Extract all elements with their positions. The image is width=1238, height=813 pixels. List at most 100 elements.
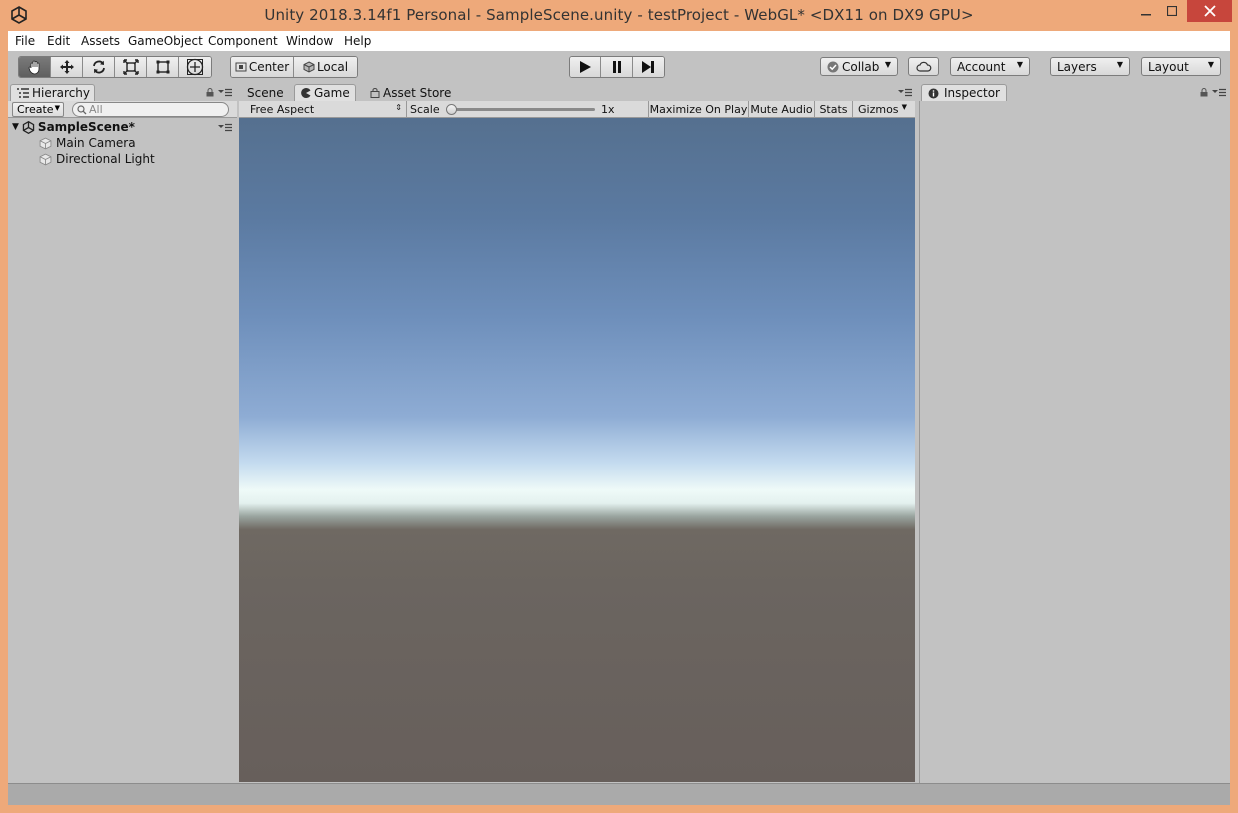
collab-dropdown[interactable]: Collab ▼ [820,57,898,76]
transform-tools [18,56,212,78]
maximize-button[interactable] [1159,0,1185,22]
minimize-button[interactable] [1133,0,1159,22]
rotate-tool-button[interactable] [83,57,115,77]
account-label: Account [957,59,1006,74]
collab-label: Collab [842,59,880,74]
hierarchy-item-main-camera[interactable]: Main Camera [39,135,136,151]
gizmos-dropdown[interactable]: Gizmos ▼ [852,101,910,117]
tab-asset-store[interactable]: Asset Store [364,84,464,101]
rect-transform-icon [156,60,169,74]
cloud-icon [916,61,932,72]
play-button[interactable] [570,57,602,77]
stats-toggle[interactable]: Stats [814,101,852,117]
updown-arrows-icon: ⇕ [395,103,402,112]
editor-client-area: File Edit Assets GameObject Component Wi… [8,31,1230,805]
chevron-down-icon: ▼ [54,104,60,112]
hand-tool-button[interactable] [19,57,51,77]
pivot-local-label: Local [316,60,349,74]
menu-bar: File Edit Assets GameObject Component Wi… [8,31,1230,51]
create-dropdown[interactable]: Create ▼ [12,102,64,117]
hierarchy-list-icon [17,88,29,98]
scale-slider-handle[interactable] [446,104,457,115]
tab-inspector-label: Inspector [944,86,1000,100]
stats-label: Stats [819,102,848,116]
menu-file[interactable]: File [15,34,35,48]
aspect-dropdown[interactable]: Free Aspect ⇕ [245,101,407,117]
move-tool-button[interactable] [51,57,83,77]
hierarchy-tabbar: Hierarchy [8,83,237,101]
scale-value: 1x [601,103,615,116]
inspector-content [919,101,1230,783]
maximize-on-play-label: Maximize On Play [649,102,748,116]
scene-menu-icon[interactable] [218,123,232,132]
panel-menu-icon[interactable] [898,88,912,97]
move-icon [59,60,74,74]
scale-slider[interactable] [446,104,595,115]
unity-scene-icon [22,120,35,134]
pivot-center-label: Center [248,60,290,74]
gizmos-label: Gizmos [858,102,899,116]
game-view-toolbar: Free Aspect ⇕ Scale 1x Maximize On Play … [239,101,915,118]
step-button[interactable] [632,57,664,77]
window-title: Unity 2018.3.14f1 Personal - SampleScene… [264,6,974,24]
layers-dropdown[interactable]: Layers ▼ [1050,57,1130,76]
mute-audio-toggle[interactable]: Mute Audio [748,101,814,117]
rect-tool-button[interactable] [147,57,179,77]
scale-label: Scale [410,103,440,116]
main-toolbar: Center Local Collab ▼ Account ▼ Layers ▼… [8,51,1230,83]
menu-window[interactable]: Window [286,34,333,48]
lock-icon[interactable] [1200,88,1208,97]
tab-game-label: Game [314,86,350,100]
transform-tool-button[interactable] [179,57,211,77]
menu-gameobject[interactable]: GameObject [128,34,203,48]
menu-assets[interactable]: Assets [81,34,120,48]
hierarchy-panel: Hierarchy Create ▼ All ▼ SampleScene* Ma… [8,83,237,783]
pacman-game-icon [301,88,311,98]
inspector-tabbar: Inspector [919,83,1230,101]
inspector-panel: Inspector [919,83,1230,783]
maximize-icon [1167,6,1177,16]
pivot-center-button[interactable]: Center [231,57,295,77]
panel-menu-icon[interactable] [1212,88,1226,97]
hierarchy-item-directional-light[interactable]: Directional Light [39,151,155,167]
cloud-button[interactable] [908,57,939,76]
local-space-icon [303,61,315,73]
layout-dropdown[interactable]: Layout ▼ [1141,57,1221,76]
tab-hierarchy[interactable]: Hierarchy [10,84,95,101]
pivot-center-icon [235,62,247,72]
lock-icon[interactable] [206,88,214,97]
close-button[interactable] [1187,0,1232,22]
play-icon [580,61,592,73]
chevron-down-icon: ▼ [1016,60,1023,69]
maximize-on-play-toggle[interactable]: Maximize On Play [648,101,748,117]
expand-arrow-icon[interactable]: ▼ [12,122,19,132]
tab-inspector[interactable]: Inspector [921,84,1007,101]
game-viewport[interactable] [239,118,915,782]
menu-edit[interactable]: Edit [47,34,70,48]
menu-help[interactable]: Help [344,34,371,48]
pivot-local-button[interactable]: Local [294,57,357,77]
panel-menu-icon[interactable] [218,88,232,97]
menu-component[interactable]: Component [208,34,278,48]
create-label: Create [17,103,54,116]
pause-button[interactable] [601,57,633,77]
tab-game[interactable]: Game [294,84,356,101]
collab-check-icon [827,61,839,72]
hand-icon [28,60,39,75]
info-icon [928,88,939,98]
tab-scene[interactable]: Scene [241,84,291,101]
hierarchy-tree: ▼ SampleScene* Main Camera Directional L… [8,118,237,783]
close-icon [1203,5,1216,17]
tab-asset-store-label: Asset Store [383,85,452,100]
tab-hierarchy-label: Hierarchy [32,86,91,100]
pause-icon [612,61,621,73]
unity-editor-window: Unity 2018.3.14f1 Personal - SampleScene… [0,0,1238,813]
layers-label: Layers [1057,59,1097,74]
chevron-down-icon: ▼ [901,103,907,111]
scale-icon [122,59,139,75]
title-bar[interactable]: Unity 2018.3.14f1 Personal - SampleScene… [0,0,1238,31]
scene-row[interactable]: ▼ SampleScene* [8,119,237,135]
account-dropdown[interactable]: Account ▼ [950,57,1030,76]
hierarchy-search-input[interactable]: All [72,102,229,117]
scale-tool-button[interactable] [115,57,147,77]
